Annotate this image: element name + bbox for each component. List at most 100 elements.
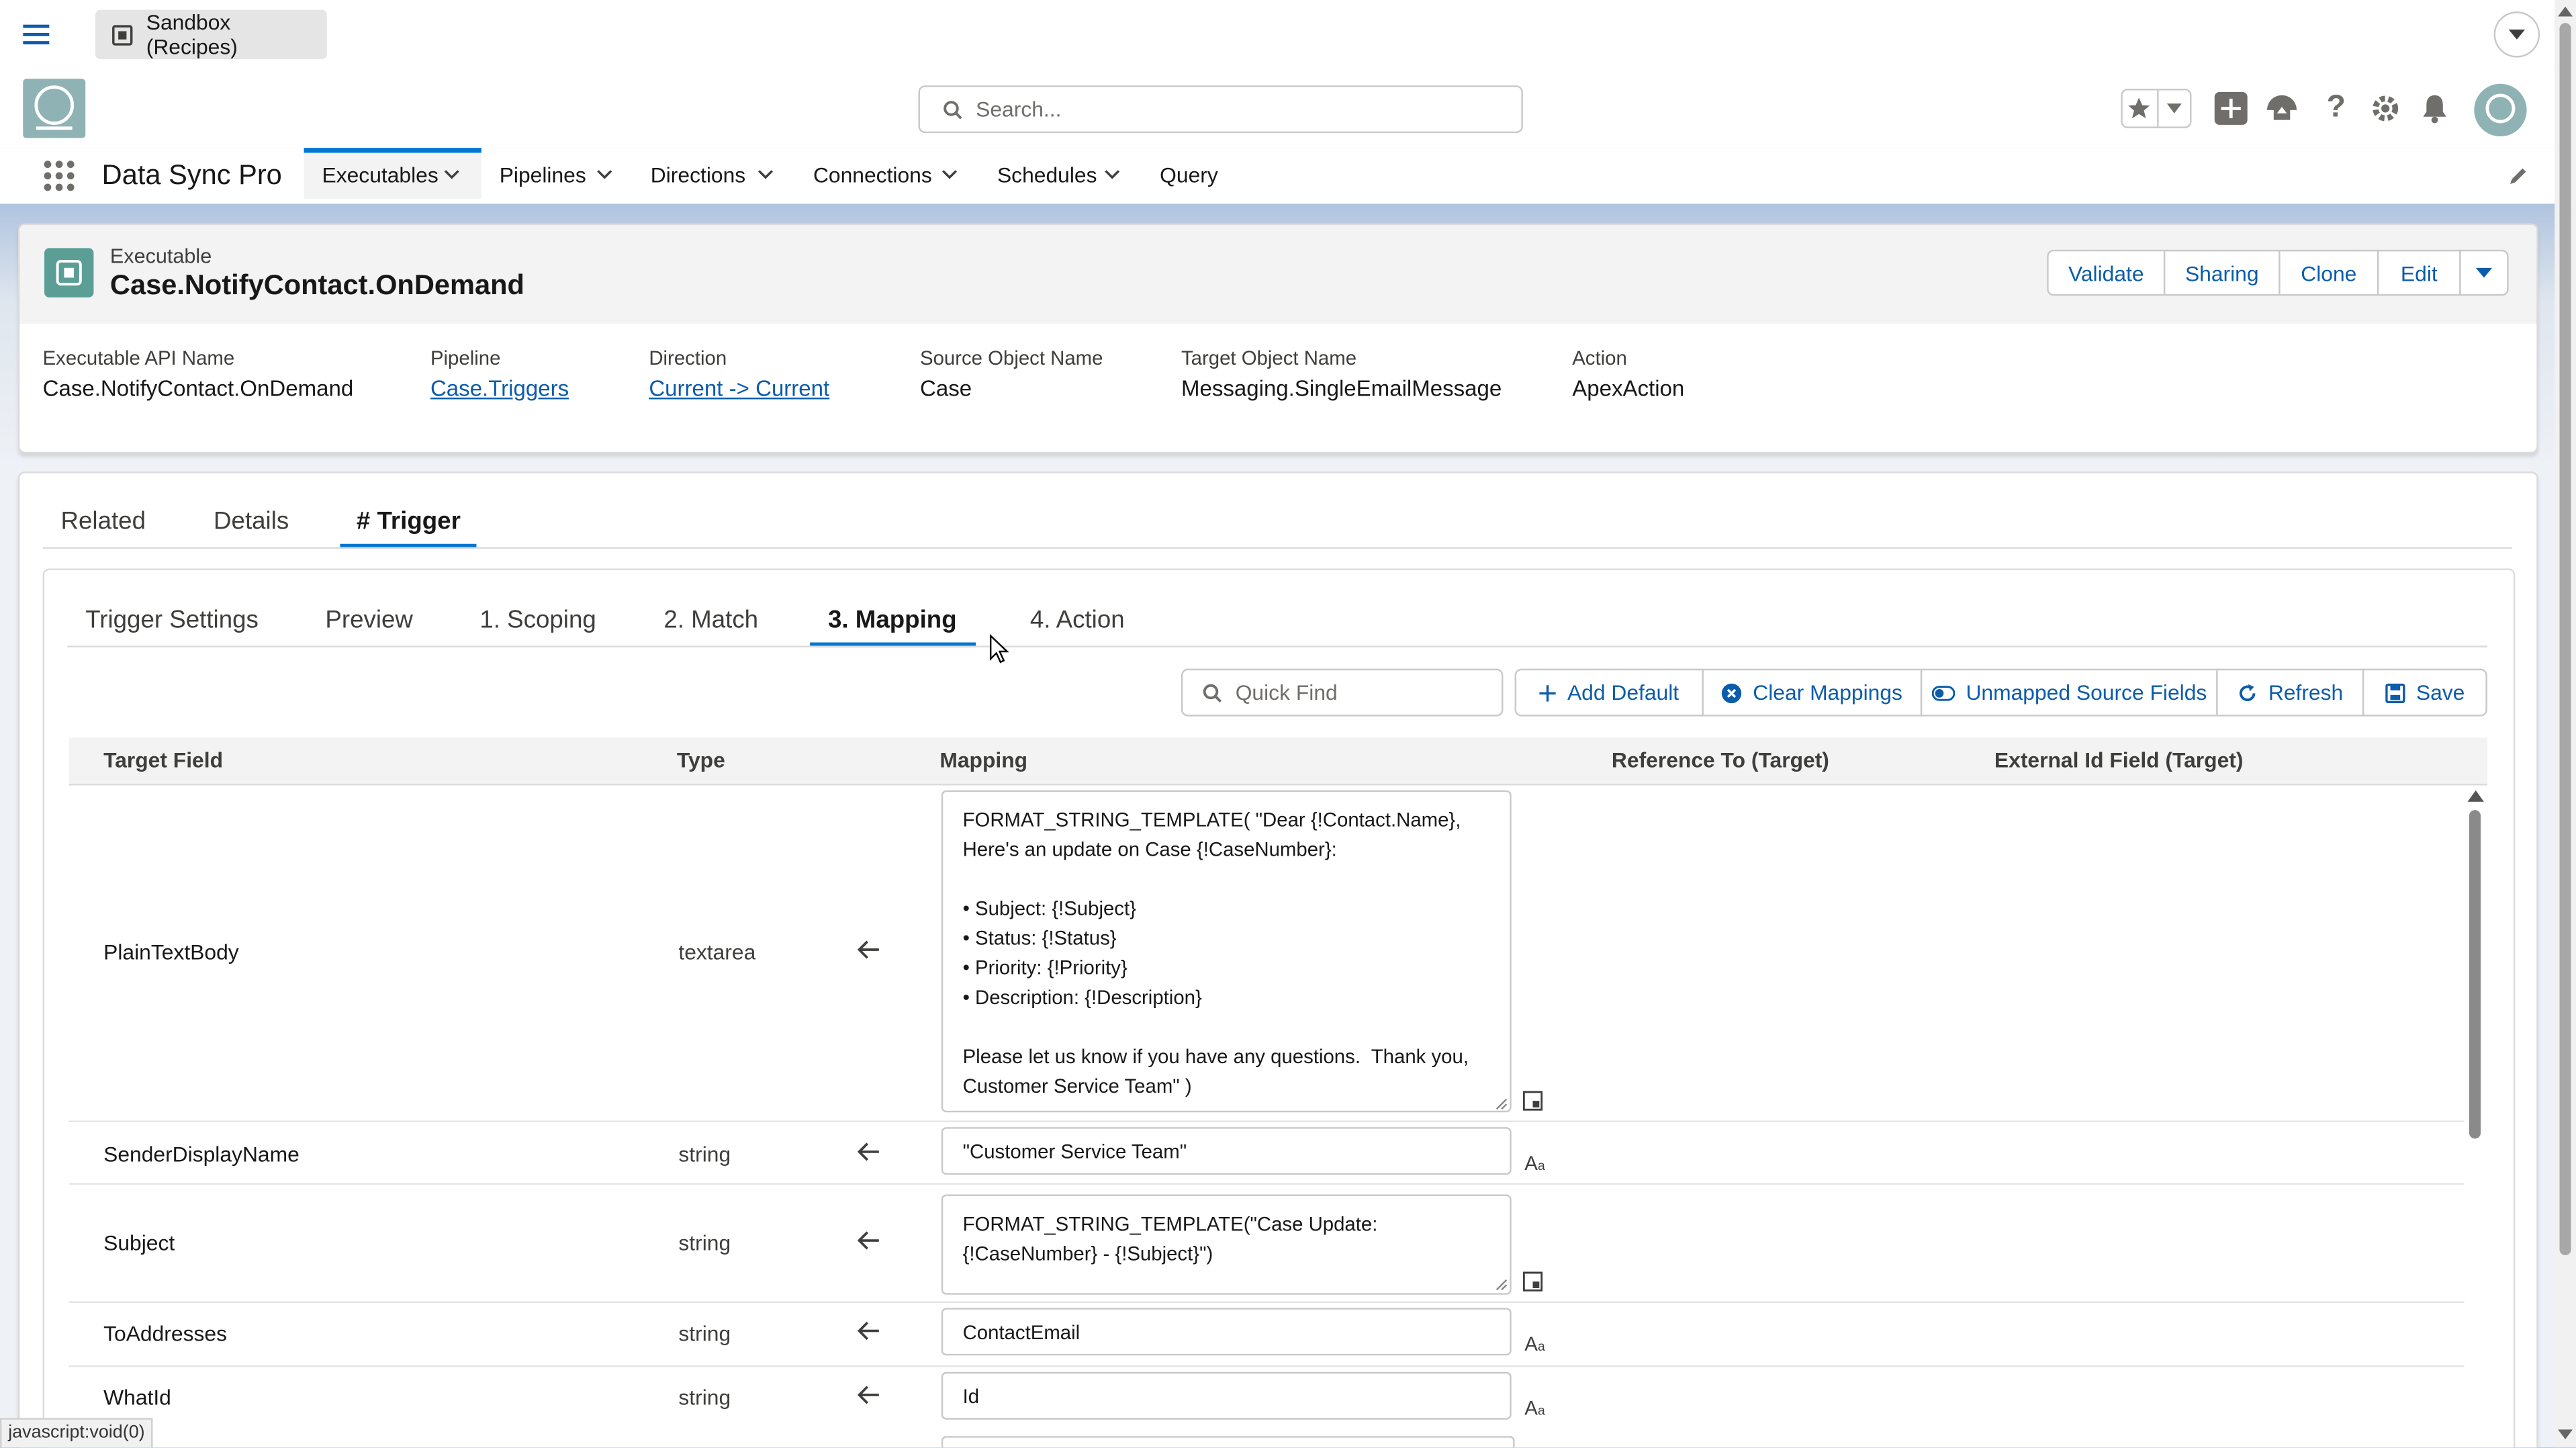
table-row: WhatId string Id Aa	[69, 1365, 2465, 1431]
column-header-target-field[interactable]: Target Field	[103, 748, 223, 772]
expand-editor-icon[interactable]	[1522, 1271, 1543, 1292]
global-create-icon[interactable]	[2214, 91, 2248, 125]
table-scrollbar[interactable]	[2465, 785, 2487, 1447]
field-value: ApexAction	[1572, 376, 1685, 401]
nav-tab-connections[interactable]: Connections	[813, 163, 932, 187]
nav-tab-schedules[interactable]: Schedules	[997, 163, 1097, 187]
mapping-toolbar: Add Default Clear Mappings Unmapped Sour…	[1514, 668, 2487, 717]
tab-trigger[interactable]: # Trigger	[357, 508, 461, 536]
chevron-down-icon[interactable]	[444, 169, 460, 181]
pipeline-link[interactable]: Case.Triggers	[430, 376, 569, 401]
refresh-label: Refresh	[2268, 680, 2344, 705]
chevron-down-icon[interactable]	[596, 169, 612, 181]
unmapped-source-fields-button[interactable]: Unmapped Source Fields	[1920, 668, 2218, 717]
setup-gear-icon[interactable]	[2367, 91, 2403, 127]
subtab-scoping[interactable]: 1. Scoping	[479, 606, 596, 635]
save-icon	[2385, 682, 2405, 703]
field-value: Case.NotifyContact.OnDemand	[42, 376, 354, 401]
text-mode-icon[interactable]: Aa	[1524, 1396, 1545, 1419]
clear-mappings-button[interactable]: Clear Mappings	[1702, 668, 1923, 717]
clone-button[interactable]: Clone	[2279, 249, 2379, 296]
resize-handle-icon[interactable]	[1495, 1278, 1508, 1292]
org-name: Sandbox (Recipes)	[146, 9, 238, 60]
chevron-down-icon[interactable]	[941, 169, 958, 181]
highlight-field-api-name: Executable API Name Case.NotifyContact.O…	[43, 347, 354, 401]
favorites-chevron-icon[interactable]	[2158, 91, 2190, 127]
search-icon	[943, 99, 962, 119]
field-label: Target Object Name	[1181, 347, 1357, 370]
subtab-action[interactable]: 4. Action	[1030, 606, 1125, 635]
add-default-label: Add Default	[1567, 680, 1680, 705]
app-launcher-icon[interactable]	[41, 158, 77, 194]
notifications-bell-icon[interactable]	[2417, 91, 2453, 127]
mapping-input[interactable]: "Customer Service Team"	[941, 1127, 1512, 1175]
org-logo	[23, 79, 86, 138]
column-header-reference-to[interactable]: Reference To (Target)	[1612, 748, 1829, 772]
favorites-group	[2121, 89, 2192, 128]
expand-editor-icon[interactable]	[1522, 1091, 1543, 1111]
org-badge[interactable]: Sandbox (Recipes)	[95, 9, 327, 60]
field-label: Source Object Name	[919, 347, 1103, 370]
sharing-button[interactable]: Sharing	[2163, 249, 2281, 296]
edit-nav-pencil-icon[interactable]	[2507, 165, 2530, 187]
nav-tab-label: Pipelines	[499, 163, 586, 187]
tab-related[interactable]: Related	[61, 508, 146, 536]
subtabs-divider	[67, 645, 2487, 647]
user-avatar[interactable]	[2474, 83, 2527, 137]
org-menu-chevron-icon[interactable]	[2493, 11, 2540, 58]
tab-details[interactable]: Details	[214, 508, 289, 536]
star-icon[interactable]	[2123, 90, 2159, 127]
nav-tab-label: Executables	[322, 163, 439, 187]
resize-handle-icon[interactable]	[1495, 1097, 1508, 1111]
field-label: Executable API Name	[42, 347, 235, 370]
target-field-cell: Subject	[103, 1230, 175, 1256]
mapping-textarea[interactable]: FORMAT_STRING_TEMPLATE( "Dear {!Contact.…	[941, 790, 1512, 1113]
app-navigation: Data Sync Pro Executables Pipelines Dire…	[0, 148, 2576, 209]
add-default-button[interactable]: Add Default	[1514, 668, 1704, 717]
subtab-preview[interactable]: Preview	[325, 606, 413, 635]
chevron-down-icon[interactable]	[1104, 169, 1120, 181]
table-scrollbar-thumb[interactable]	[2469, 810, 2481, 1139]
nav-tab-label: Query	[1160, 163, 1218, 187]
direction-link[interactable]: Current -> Current	[649, 376, 829, 401]
page-scrollbar-thumb[interactable]	[2559, 23, 2571, 1256]
text-mode-icon[interactable]: Aa	[1524, 1332, 1545, 1355]
arrow-left-icon	[858, 1230, 880, 1250]
validate-button[interactable]: Validate	[2047, 249, 2166, 296]
next-row-input-edge	[941, 1436, 1515, 1448]
record-tabs-divider	[42, 547, 2512, 549]
page-scrollbar[interactable]	[2555, 0, 2576, 1448]
nav-tab-executables[interactable]: Executables	[304, 148, 481, 199]
edit-button[interactable]: Edit	[2377, 249, 2461, 296]
text-mode-icon[interactable]: Aa	[1524, 1152, 1545, 1175]
subtab-match[interactable]: 2. Match	[663, 606, 758, 635]
highlight-field-source-object: Source Object Name Case	[920, 347, 1103, 401]
subtab-mapping[interactable]: 3. Mapping	[828, 606, 957, 635]
highlight-field-action: Action ApexAction	[1572, 347, 1684, 401]
nav-tab-label: Connections	[813, 163, 932, 187]
hamburger-menu-icon[interactable]	[21, 19, 51, 49]
column-header-mapping[interactable]: Mapping	[939, 748, 1027, 772]
search-icon	[1203, 682, 1222, 702]
trailhead-icon[interactable]	[2264, 91, 2300, 127]
refresh-button[interactable]: Refresh	[2216, 668, 2364, 717]
chevron-down-icon[interactable]	[757, 169, 774, 181]
help-icon[interactable]: ?	[2319, 91, 2352, 127]
nav-tab-directions[interactable]: Directions	[651, 163, 745, 187]
global-search[interactable]: Search...	[918, 85, 1523, 134]
type-cell: string	[678, 1230, 731, 1256]
mapping-textarea[interactable]: FORMAT_STRING_TEMPLATE("Case Update: {!C…	[941, 1194, 1512, 1295]
type-cell: string	[678, 1385, 731, 1410]
more-actions-chevron-icon[interactable]	[2459, 249, 2509, 296]
subtab-trigger-settings[interactable]: Trigger Settings	[85, 606, 259, 635]
save-button[interactable]: Save	[2362, 668, 2487, 717]
mapping-input[interactable]: ContactEmail	[941, 1308, 1512, 1356]
nav-tab-query[interactable]: Query	[1160, 163, 1218, 187]
nav-tab-label: Schedules	[997, 163, 1097, 187]
quick-find-input[interactable]: Quick Find	[1181, 668, 1504, 717]
mapping-input[interactable]: Id	[941, 1371, 1512, 1420]
column-header-type[interactable]: Type	[677, 748, 725, 772]
nav-tab-pipelines[interactable]: Pipelines	[500, 163, 586, 187]
highlight-field-pipeline: Pipeline Case.Triggers	[430, 347, 569, 401]
column-header-external-id[interactable]: External Id Field (Target)	[1994, 748, 2244, 772]
